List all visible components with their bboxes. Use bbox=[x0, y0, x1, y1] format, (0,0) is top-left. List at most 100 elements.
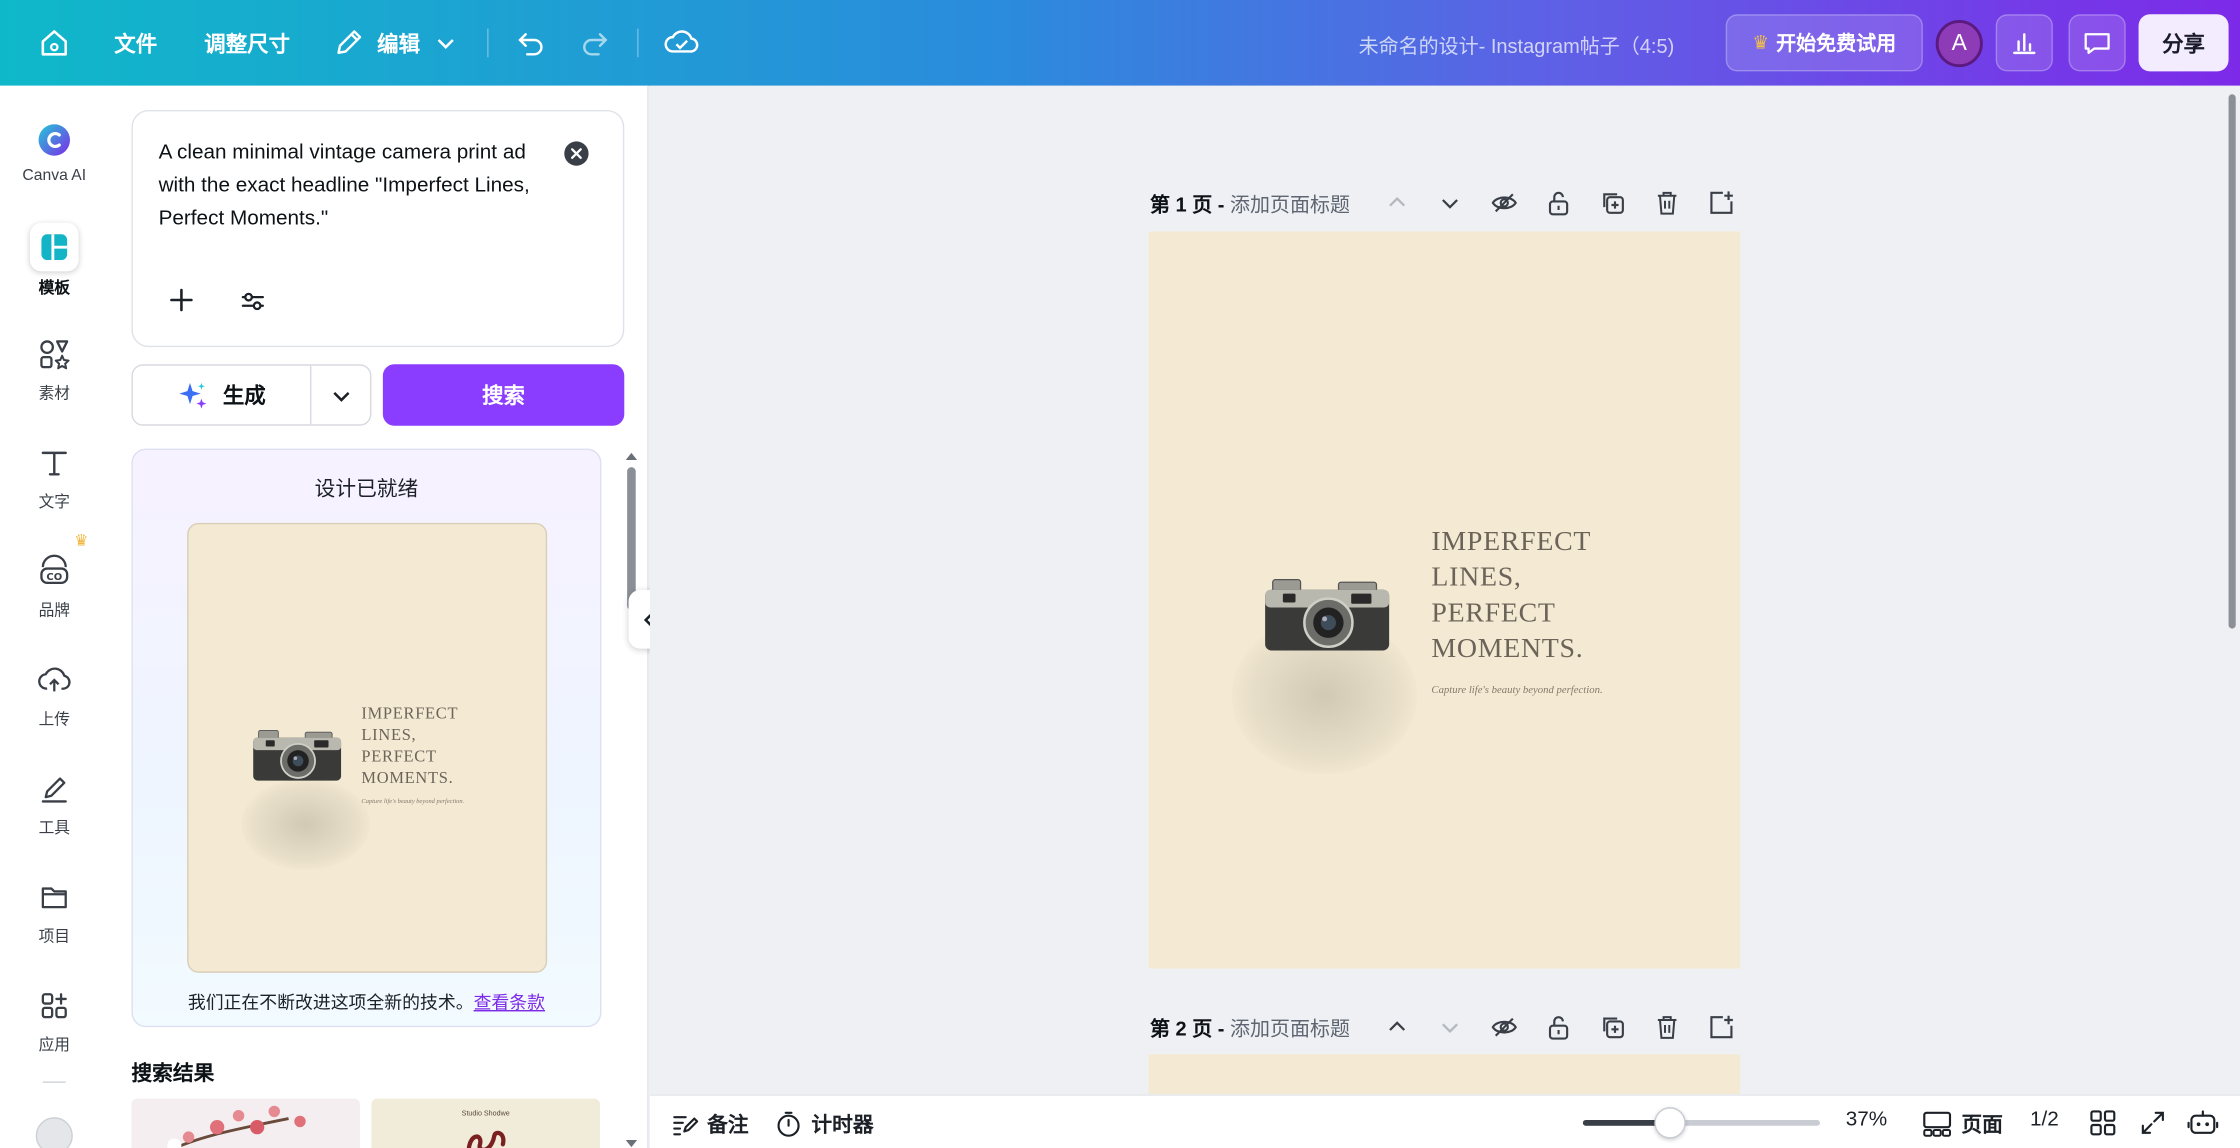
page-title-placeholder: 添加页面标题 bbox=[1230, 192, 1351, 216]
pages-view-button[interactable]: 页面 bbox=[1921, 1109, 2003, 1139]
file-menu[interactable]: 文件 bbox=[114, 29, 157, 59]
headline-line: IMPERFECT bbox=[1431, 527, 1592, 558]
search-results-title: 搜索结果 bbox=[131, 1062, 215, 1086]
view-terms-link[interactable]: 查看条款 bbox=[474, 993, 545, 1013]
left-rail: Canva AI 模板 素材 文字 CO 品牌 ♛ 上传 工具 项目 应用 bbox=[0, 85, 109, 1148]
fullscreen-icon[interactable] bbox=[2139, 1109, 2168, 1138]
hide-page-icon[interactable] bbox=[1487, 186, 1521, 220]
add-page-icon[interactable] bbox=[1704, 1010, 1738, 1044]
cloud-saved-icon[interactable] bbox=[659, 20, 705, 66]
rail-item-elements[interactable]: 素材 bbox=[0, 331, 109, 404]
bar-chart-icon bbox=[2013, 33, 2036, 55]
camera-illustration bbox=[253, 729, 342, 781]
camera-illustration bbox=[1265, 579, 1390, 651]
headline-line: IMPERFECT bbox=[361, 705, 459, 723]
prompt-input[interactable]: A clean minimal vintage camera print ad … bbox=[159, 137, 545, 236]
generate-options-dropdown[interactable] bbox=[311, 366, 371, 425]
analytics-button[interactable] bbox=[1995, 14, 2053, 72]
duplicate-page-icon[interactable] bbox=[1596, 186, 1630, 220]
chevron-up-icon[interactable] bbox=[1380, 186, 1414, 220]
plus-icon[interactable] bbox=[164, 283, 198, 317]
page-counter[interactable]: 1/2 bbox=[2030, 1109, 2059, 1132]
headline-line: PERFECT bbox=[361, 748, 437, 766]
canvas-scrollbar[interactable] bbox=[2226, 89, 2240, 1089]
page-2-header: 第 2 页 - 添加页面标题 bbox=[1150, 1010, 1750, 1044]
comments-button[interactable] bbox=[2068, 14, 2126, 72]
hide-page-icon[interactable] bbox=[1487, 1010, 1521, 1044]
trash-icon[interactable] bbox=[1650, 186, 1684, 220]
search-button[interactable]: 搜索 bbox=[382, 364, 625, 426]
crown-icon: ♛ bbox=[1752, 31, 1770, 53]
chevron-down-icon[interactable] bbox=[1433, 1010, 1467, 1044]
redo-icon[interactable] bbox=[571, 20, 617, 66]
headline-line: MOMENTS. bbox=[1431, 634, 1584, 665]
scrollbar-thumb[interactable] bbox=[627, 467, 636, 610]
ready-note: 我们正在不断改进这项全新的技术。查看条款 bbox=[133, 987, 600, 1014]
rail-item-text[interactable]: 文字 bbox=[0, 440, 109, 513]
rail-item-tools[interactable]: 工具 bbox=[0, 766, 109, 839]
sliders-icon[interactable] bbox=[237, 286, 268, 317]
rail-label: 上传 bbox=[38, 711, 70, 729]
lock-icon[interactable] bbox=[1541, 186, 1575, 220]
add-page-icon[interactable] bbox=[1704, 186, 1738, 220]
page-2-title[interactable]: 第 2 页 - 添加页面标题 bbox=[1150, 1014, 1350, 1043]
edit-menu[interactable]: 编辑 bbox=[377, 29, 420, 59]
close-icon[interactable] bbox=[564, 141, 589, 166]
notes-icon bbox=[673, 1115, 699, 1135]
rail-item-canva-ai[interactable]: Canva AI bbox=[0, 117, 109, 184]
undo-icon[interactable] bbox=[509, 20, 555, 66]
rail-label: Canva AI bbox=[22, 167, 87, 185]
zoom-slider-handle[interactable] bbox=[1654, 1107, 1687, 1139]
page-2-artboard[interactable] bbox=[1148, 1054, 1740, 1095]
timer-button[interactable]: 计时器 bbox=[774, 1109, 874, 1139]
rail-item-projects[interactable]: 项目 bbox=[0, 874, 109, 947]
timer-label: 计时器 bbox=[811, 1114, 874, 1138]
headline-line: LINES, bbox=[361, 727, 417, 745]
chevron-down-icon[interactable] bbox=[1433, 186, 1467, 220]
divider bbox=[637, 28, 639, 58]
side-panel: A clean minimal vintage camera print ad … bbox=[108, 85, 649, 1148]
camera-shadow bbox=[241, 778, 370, 870]
generated-design-thumbnail[interactable]: IMPERFECT LINES, PERFECT MOMENTS. Captur… bbox=[187, 522, 548, 973]
profile-thumbnail[interactable] bbox=[35, 1117, 73, 1148]
share-button[interactable]: 分享 bbox=[2138, 14, 2229, 72]
trash-icon[interactable] bbox=[1650, 1010, 1684, 1044]
text-icon bbox=[29, 440, 80, 486]
panel-scrollbar[interactable] bbox=[624, 450, 638, 1148]
thumbnail-tagline: Capture life's beauty beyond perfection. bbox=[361, 797, 465, 805]
rail-item-apps[interactable]: 应用 bbox=[0, 983, 109, 1056]
rail-label: 工具 bbox=[38, 819, 70, 838]
free-trial-button[interactable]: ♛ 开始免费试用 bbox=[1725, 14, 1923, 72]
chevron-down-icon[interactable] bbox=[423, 20, 469, 66]
duplicate-page-icon[interactable] bbox=[1596, 1010, 1630, 1044]
design-ready-card: 设计已就绪 IMPERFECT LINES, PERFECT MOMENTS. … bbox=[131, 448, 602, 1028]
crown-icon: ♛ bbox=[74, 532, 89, 550]
zoom-slider[interactable] bbox=[1582, 1119, 1820, 1126]
rail-item-brand[interactable]: CO 品牌 ♛ bbox=[0, 533, 109, 622]
avatar[interactable]: A bbox=[1935, 19, 1983, 68]
generate-button[interactable]: 生成 bbox=[133, 365, 312, 425]
page-title-placeholder: 添加页面标题 bbox=[1230, 1017, 1351, 1040]
timer-icon bbox=[777, 1111, 800, 1137]
page-1-artboard[interactable]: IMPERFECT LINES, PERFECT MOMENTS. Captur… bbox=[1148, 231, 1740, 969]
comment-icon bbox=[2084, 33, 2110, 54]
rail-item-templates[interactable]: 模板 bbox=[0, 222, 109, 299]
assistant-icon[interactable] bbox=[2187, 1109, 2219, 1138]
search-result-card[interactable]: Studio Shodwe bbox=[371, 1098, 600, 1148]
zoom-level[interactable]: 37% bbox=[1846, 1109, 1887, 1132]
grid-view-icon[interactable] bbox=[2089, 1109, 2118, 1138]
resize-menu[interactable]: 调整尺寸 bbox=[204, 29, 290, 59]
search-result-card[interactable] bbox=[131, 1098, 360, 1148]
rail-item-uploads[interactable]: 上传 bbox=[0, 657, 109, 730]
page-number: 第 2 页 - bbox=[1149, 1017, 1225, 1040]
page-1-title[interactable]: 第 1 页 - 添加页面标题 bbox=[1150, 190, 1350, 219]
home-icon[interactable] bbox=[31, 20, 77, 66]
document-title[interactable]: 未命名的设计- Instagram帖子（4:5) bbox=[1359, 31, 1675, 60]
prompt-box[interactable]: A clean minimal vintage camera print ad … bbox=[131, 109, 625, 348]
chevron-up-icon[interactable] bbox=[1380, 1010, 1414, 1044]
design-ready-title: 设计已就绪 bbox=[314, 478, 419, 502]
notes-button[interactable]: 备注 bbox=[670, 1109, 749, 1139]
scrollbar-thumb[interactable] bbox=[2228, 94, 2236, 629]
lock-icon[interactable] bbox=[1541, 1010, 1575, 1044]
chevron-down-icon bbox=[333, 391, 350, 402]
